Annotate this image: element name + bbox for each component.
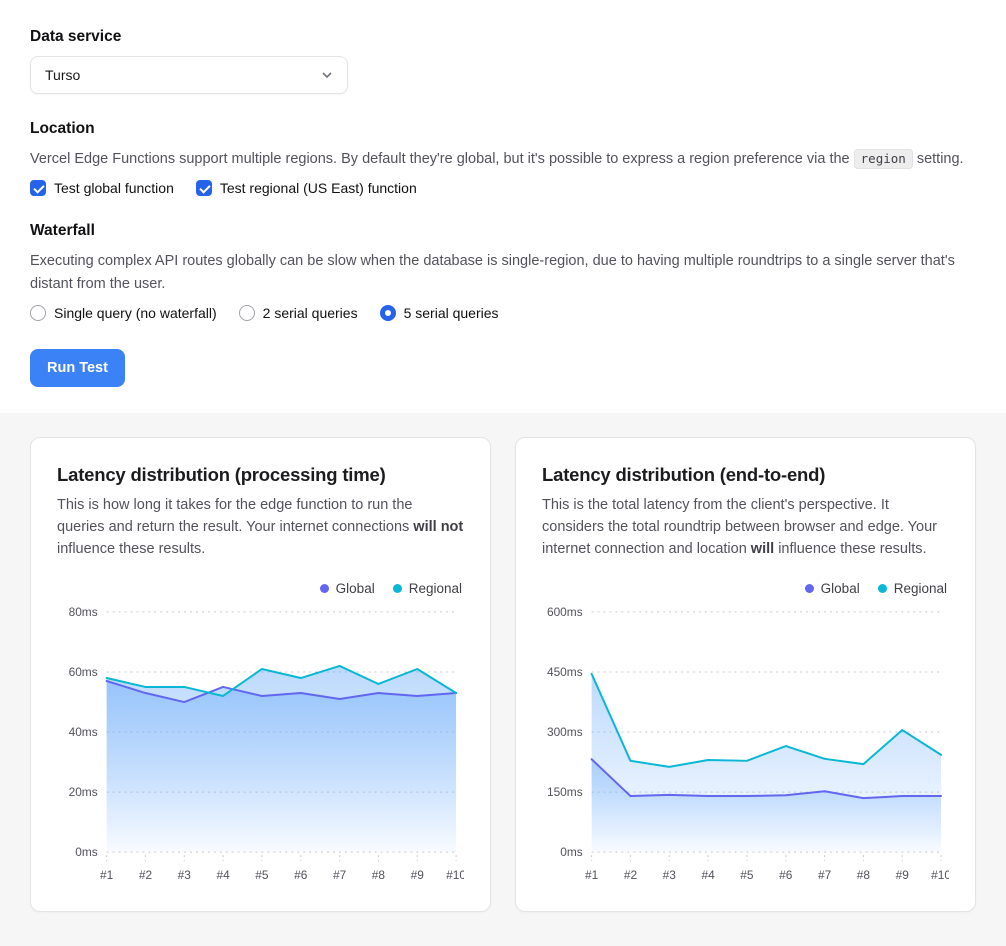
chart-title: Latency distribution (end-to-end) — [542, 464, 949, 486]
svg-text:#10: #10 — [446, 868, 464, 882]
radio-icon[interactable] — [30, 305, 46, 321]
run-test-button[interactable]: Run Test — [30, 349, 125, 387]
svg-text:#5: #5 — [740, 868, 754, 882]
legend-dot-regional — [878, 584, 887, 593]
svg-text:#10: #10 — [931, 868, 949, 882]
checkbox-icon[interactable] — [196, 180, 212, 196]
chart-legend: Global Regional — [57, 581, 462, 596]
svg-text:40ms: 40ms — [69, 725, 98, 739]
svg-text:450ms: 450ms — [547, 665, 583, 679]
svg-text:#1: #1 — [100, 868, 114, 882]
svg-text:#4: #4 — [701, 868, 715, 882]
legend-label: Global — [336, 581, 375, 596]
svg-text:#4: #4 — [216, 868, 230, 882]
svg-text:#9: #9 — [411, 868, 425, 882]
location-description-text: Vercel Edge Functions support multiple r… — [30, 151, 854, 167]
svg-text:#9: #9 — [896, 868, 910, 882]
radio-single-query[interactable]: Single query (no waterfall) — [30, 305, 217, 321]
chart-description-suffix: influence these results. — [774, 541, 926, 557]
radio-icon[interactable] — [380, 305, 396, 321]
waterfall-radio-row: Single query (no waterfall) 2 serial que… — [30, 305, 976, 321]
chart-title: Latency distribution (processing time) — [57, 464, 464, 486]
chart-description-bold: will — [751, 541, 774, 557]
radio-icon[interactable] — [239, 305, 255, 321]
radio-label: 5 serial queries — [404, 305, 499, 321]
legend-item-regional: Regional — [393, 581, 462, 596]
svg-text:0ms: 0ms — [75, 845, 98, 859]
legend-item-global: Global — [320, 581, 375, 596]
test-config-section: Data service Turso Location Vercel Edge … — [0, 0, 1006, 413]
radio-5-serial-queries[interactable]: 5 serial queries — [380, 305, 499, 321]
checkbox-icon[interactable] — [30, 180, 46, 196]
radio-2-serial-queries[interactable]: 2 serial queries — [239, 305, 358, 321]
location-description-suffix: setting. — [913, 151, 964, 167]
results-section: Latency distribution (processing time) T… — [0, 413, 1006, 946]
svg-text:0ms: 0ms — [560, 845, 583, 859]
region-code-chip: region — [854, 149, 913, 169]
location-heading: Location — [30, 120, 976, 138]
svg-text:#6: #6 — [294, 868, 308, 882]
legend-dot-global — [320, 584, 329, 593]
legend-label: Global — [821, 581, 860, 596]
waterfall-heading: Waterfall — [30, 222, 976, 240]
legend-dot-global — [805, 584, 814, 593]
svg-text:#3: #3 — [178, 868, 192, 882]
svg-text:#5: #5 — [255, 868, 269, 882]
data-service-select-value: Turso — [45, 67, 80, 83]
checkbox-label: Test regional (US East) function — [220, 180, 417, 196]
svg-text:#7: #7 — [333, 868, 347, 882]
svg-text:20ms: 20ms — [69, 785, 98, 799]
chart-card-end-to-end: Latency distribution (end-to-end) This i… — [515, 437, 976, 912]
legend-label: Regional — [409, 581, 462, 596]
data-service-select[interactable]: Turso — [30, 56, 348, 94]
legend-dot-regional — [393, 584, 402, 593]
svg-text:600ms: 600ms — [547, 605, 583, 619]
svg-text:#7: #7 — [818, 868, 832, 882]
chart-description-suffix: influence these results. — [57, 541, 205, 557]
chart-description-bold: will not — [413, 519, 463, 535]
chart-card-processing-time: Latency distribution (processing time) T… — [30, 437, 491, 912]
latency-end-to-end-chart: 0ms 150ms 300ms 450ms 600ms #1 #2 #3 #4 #5 #6 #7 #8 #… — [542, 600, 949, 894]
svg-text:150ms: 150ms — [547, 785, 583, 799]
svg-text:80ms: 80ms — [69, 605, 98, 619]
location-description: Vercel Edge Functions support multiple r… — [30, 148, 976, 170]
latency-processing-chart: 0ms 20ms 40ms 60ms 80ms #1 #2 #3 #4 #5 #6 #7 #8 #9 #10 — [57, 600, 464, 894]
chart-legend: Global Regional — [542, 581, 947, 596]
svg-text:#2: #2 — [624, 868, 638, 882]
legend-item-global: Global — [805, 581, 860, 596]
waterfall-description: Executing complex API routes globally ca… — [30, 250, 976, 295]
svg-text:#6: #6 — [779, 868, 793, 882]
checkbox-test-regional-function[interactable]: Test regional (US East) function — [196, 180, 417, 196]
svg-text:#2: #2 — [139, 868, 153, 882]
svg-text:#3: #3 — [663, 868, 677, 882]
legend-label: Regional — [894, 581, 947, 596]
radio-label: 2 serial queries — [263, 305, 358, 321]
chevron-down-icon — [319, 67, 335, 83]
legend-item-regional: Regional — [878, 581, 947, 596]
svg-text:60ms: 60ms — [69, 665, 98, 679]
svg-text:#8: #8 — [857, 868, 871, 882]
svg-text:300ms: 300ms — [547, 725, 583, 739]
chart-description-text: This is how long it takes for the edge f… — [57, 497, 413, 535]
location-checkbox-row: Test global function Test regional (US E… — [30, 180, 976, 196]
radio-label: Single query (no waterfall) — [54, 305, 217, 321]
svg-text:#1: #1 — [585, 868, 599, 882]
chart-description: This is how long it takes for the edge f… — [57, 495, 464, 560]
checkbox-label: Test global function — [54, 180, 174, 196]
checkbox-test-global-function[interactable]: Test global function — [30, 180, 174, 196]
svg-text:#8: #8 — [372, 868, 386, 882]
data-service-heading: Data service — [30, 28, 976, 46]
chart-description: This is the total latency from the clien… — [542, 495, 949, 560]
